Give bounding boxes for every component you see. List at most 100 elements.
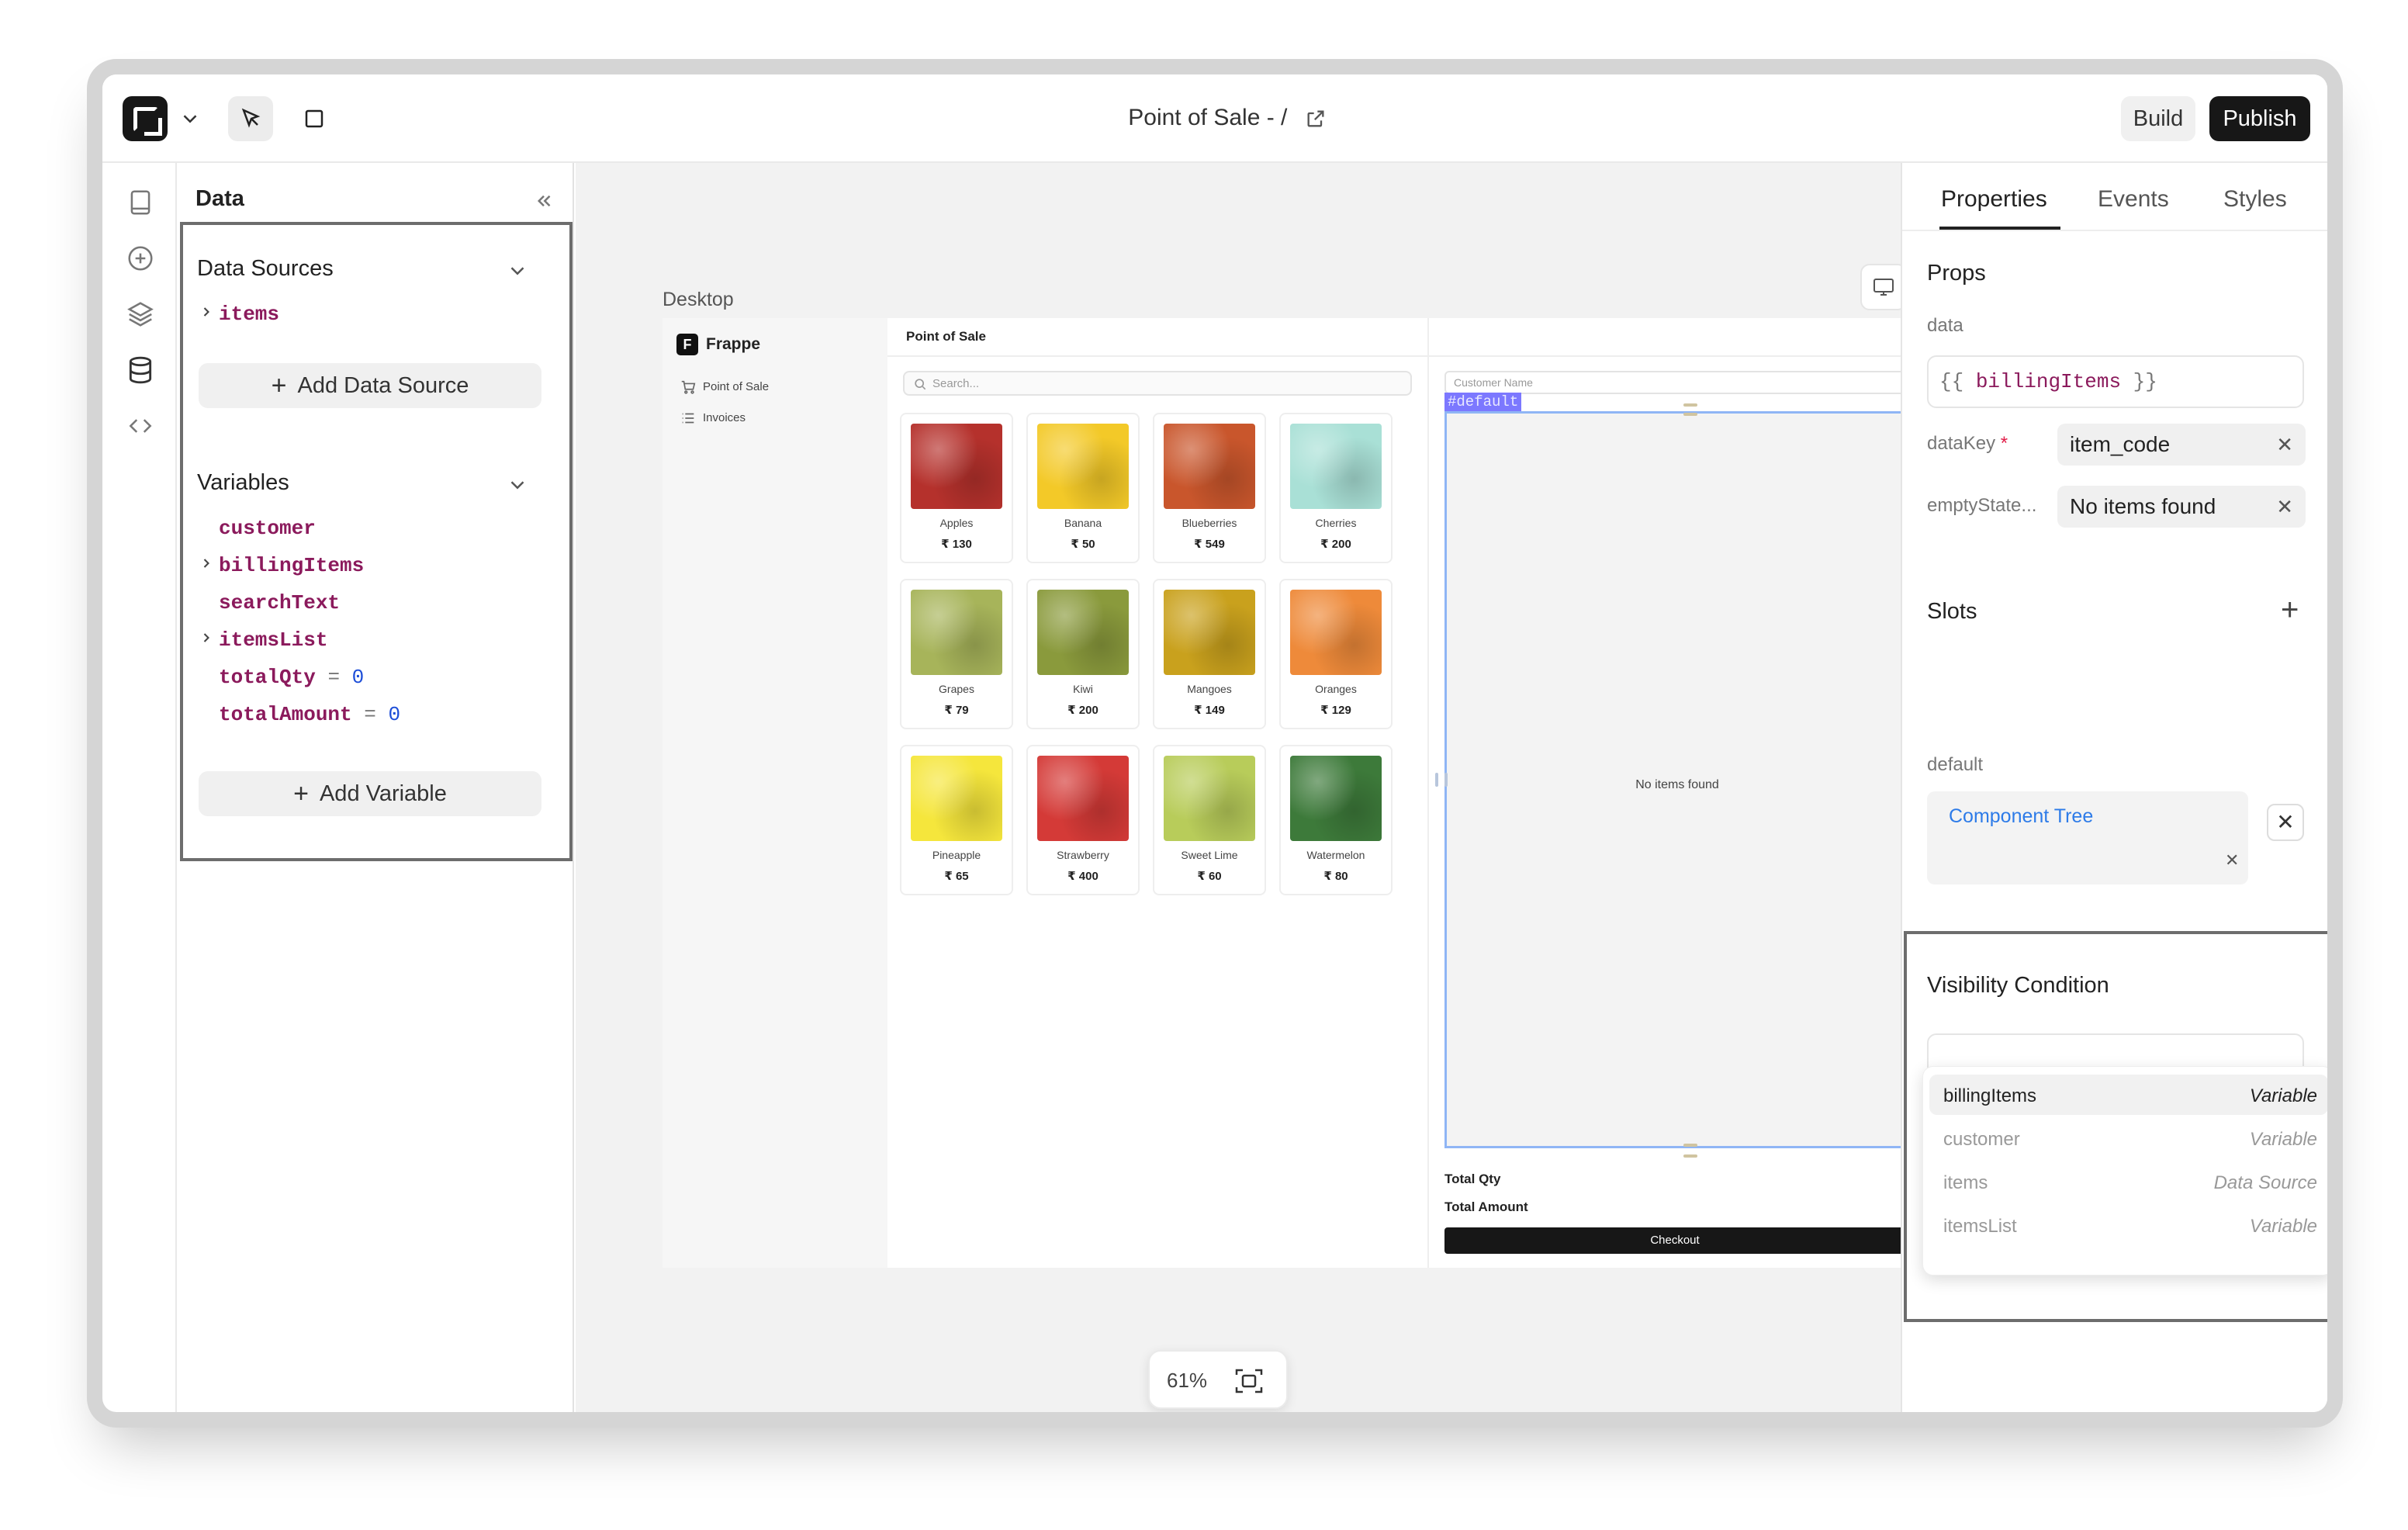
customer-placeholder: Customer Name bbox=[1454, 376, 1533, 389]
product-card[interactable]: Grapes ₹ 79 bbox=[900, 579, 1013, 729]
suggestion-item[interactable]: items Data Source bbox=[1929, 1161, 2327, 1202]
variable-operator: = bbox=[327, 666, 341, 689]
page-title-text: Point of Sale - / bbox=[1128, 105, 1288, 130]
datakey-select[interactable]: item_code ✕ bbox=[2057, 424, 2306, 466]
resize-handle[interactable] bbox=[1444, 773, 1448, 787]
variable-item[interactable]: billingItems bbox=[219, 554, 364, 577]
customer-name-input[interactable]: Customer Name bbox=[1444, 371, 1902, 394]
external-link-icon[interactable] bbox=[1305, 108, 1327, 130]
clear-icon[interactable]: ✕ bbox=[2225, 850, 2239, 871]
monitor-icon bbox=[1873, 279, 1894, 296]
tab-styles[interactable]: Styles bbox=[2223, 186, 2287, 213]
tab-events[interactable]: Events bbox=[2098, 186, 2169, 213]
add-slot-icon[interactable]: + bbox=[2281, 594, 2299, 625]
add-data-source-button[interactable]: + Add Data Source bbox=[199, 363, 541, 408]
select-tool-button[interactable] bbox=[228, 96, 273, 141]
canvas[interactable]: Desktop F Frappe Point of Sale Invoices … bbox=[576, 163, 1902, 1412]
datakey-label: dataKey * bbox=[1927, 433, 2008, 455]
fit-to-screen-icon[interactable] bbox=[1233, 1367, 1265, 1395]
product-card[interactable]: Apples ₹ 130 bbox=[900, 413, 1013, 563]
collapse-panel-icon[interactable] bbox=[532, 189, 555, 213]
nav-item-point-of-sale[interactable]: Point of Sale bbox=[703, 380, 769, 393]
chevron-right-icon[interactable] bbox=[199, 303, 214, 321]
suggestion-name: items bbox=[1943, 1172, 1988, 1193]
product-image bbox=[1037, 424, 1129, 509]
zoom-level[interactable]: 61% bbox=[1167, 1369, 1207, 1393]
suggestion-type: Variable bbox=[2249, 1085, 2317, 1106]
visibility-condition-title: Visibility Condition bbox=[1927, 973, 2109, 998]
product-card[interactable]: Blueberries ₹ 549 bbox=[1153, 413, 1266, 563]
product-name: Mangoes bbox=[1187, 683, 1232, 695]
variable-item[interactable]: searchText bbox=[219, 591, 340, 614]
product-name: Kiwi bbox=[1073, 683, 1093, 695]
database-icon[interactable] bbox=[126, 355, 155, 385]
suggestion-item[interactable]: customer Variable bbox=[1929, 1118, 2327, 1158]
remove-slot-button[interactable]: ✕ bbox=[2267, 804, 2304, 841]
selected-list-component[interactable]: No items found bbox=[1444, 411, 1902, 1148]
product-price: ₹ 129 bbox=[1320, 704, 1351, 717]
app-frame[interactable]: F Frappe Point of Sale Invoices Point of… bbox=[663, 318, 1902, 1268]
product-image bbox=[1164, 590, 1255, 675]
resize-handle[interactable] bbox=[1683, 403, 1697, 407]
nav-item-invoices[interactable]: Invoices bbox=[703, 411, 746, 424]
studio-logo-icon[interactable] bbox=[123, 96, 168, 141]
suggestion-item[interactable]: itemsList Variable bbox=[1929, 1205, 2327, 1245]
variable-item[interactable]: customer bbox=[219, 517, 316, 540]
product-search-input[interactable]: Search... bbox=[903, 371, 1412, 396]
tab-properties[interactable]: Properties bbox=[1941, 186, 2047, 213]
product-price: ₹ 79 bbox=[944, 704, 969, 717]
product-card[interactable]: Sweet Lime ₹ 60 bbox=[1153, 745, 1266, 895]
chevron-down-icon[interactable] bbox=[178, 107, 202, 130]
product-card[interactable]: Strawberry ₹ 400 bbox=[1026, 745, 1140, 895]
product-price: ₹ 400 bbox=[1067, 870, 1098, 883]
chevron-down-icon[interactable] bbox=[506, 473, 529, 497]
app-window: Point of Sale - / Build Publish Data Dat… bbox=[102, 74, 2327, 1412]
pos-page-title: Point of Sale bbox=[906, 329, 986, 344]
variable-item[interactable]: totalQty = 0 bbox=[219, 666, 364, 689]
resize-handle[interactable] bbox=[1683, 1154, 1697, 1158]
product-card[interactable]: Pineapple ₹ 65 bbox=[900, 745, 1013, 895]
frame-tool-button[interactable] bbox=[292, 96, 337, 141]
slot-default-input[interactable]: Component Tree ✕ bbox=[1927, 791, 2248, 884]
variable-item[interactable]: itemsList bbox=[219, 628, 327, 652]
suggestion-item[interactable]: billingItems Variable bbox=[1929, 1075, 2327, 1115]
expression-close: }} bbox=[2133, 370, 2157, 393]
add-variable-button[interactable]: + Add Variable bbox=[199, 771, 541, 816]
plus-icon: + bbox=[271, 371, 287, 400]
product-card[interactable]: Kiwi ₹ 200 bbox=[1026, 579, 1140, 729]
variable-item[interactable]: totalAmount = 0 bbox=[219, 703, 400, 726]
checkout-button[interactable]: Checkout bbox=[1444, 1227, 1902, 1254]
code-icon[interactable] bbox=[126, 411, 155, 441]
chevron-down-icon[interactable] bbox=[506, 259, 529, 282]
build-button[interactable]: Build bbox=[2121, 96, 2195, 141]
product-image bbox=[1290, 424, 1382, 509]
layers-icon[interactable] bbox=[126, 299, 155, 329]
add-data-source-label: Add Data Source bbox=[297, 373, 469, 398]
resize-handle[interactable] bbox=[1683, 413, 1697, 416]
data-source-item[interactable]: items bbox=[219, 303, 279, 326]
clear-icon[interactable]: ✕ bbox=[2276, 424, 2293, 466]
data-sources-title: Data Sources bbox=[197, 256, 334, 281]
resize-handle[interactable] bbox=[1435, 773, 1438, 787]
device-toggle-button[interactable] bbox=[1860, 264, 1902, 310]
emptystate-input[interactable]: No items found ✕ bbox=[2057, 486, 2306, 528]
product-name: Apples bbox=[939, 517, 974, 529]
data-prop-input[interactable]: {{ billingItems }} bbox=[1927, 355, 2304, 408]
slots-title: Slots bbox=[1927, 599, 1977, 624]
pos-main: Point of Sale Search... Apples ₹ 130 Banan… bbox=[887, 318, 1902, 1268]
product-card[interactable]: Mangoes ₹ 149 bbox=[1153, 579, 1266, 729]
zoom-control: 61% bbox=[1148, 1350, 1288, 1409]
product-card[interactable]: Watermelon ₹ 80 bbox=[1279, 745, 1393, 895]
slot-default-value[interactable]: Component Tree bbox=[1949, 805, 2093, 828]
chevron-right-icon[interactable] bbox=[199, 554, 214, 573]
publish-button[interactable]: Publish bbox=[2209, 96, 2310, 141]
pages-icon[interactable] bbox=[126, 188, 155, 217]
product-card[interactable]: Cherries ₹ 200 bbox=[1279, 413, 1393, 563]
chevron-right-icon[interactable] bbox=[199, 628, 214, 647]
resize-handle[interactable] bbox=[1683, 1144, 1697, 1147]
product-card[interactable]: Banana ₹ 50 bbox=[1026, 413, 1140, 563]
add-component-icon[interactable] bbox=[126, 244, 155, 273]
clear-icon[interactable]: ✕ bbox=[2276, 486, 2293, 528]
app-sidebar: F Frappe Point of Sale Invoices bbox=[663, 318, 887, 1268]
product-card[interactable]: Oranges ₹ 129 bbox=[1279, 579, 1393, 729]
